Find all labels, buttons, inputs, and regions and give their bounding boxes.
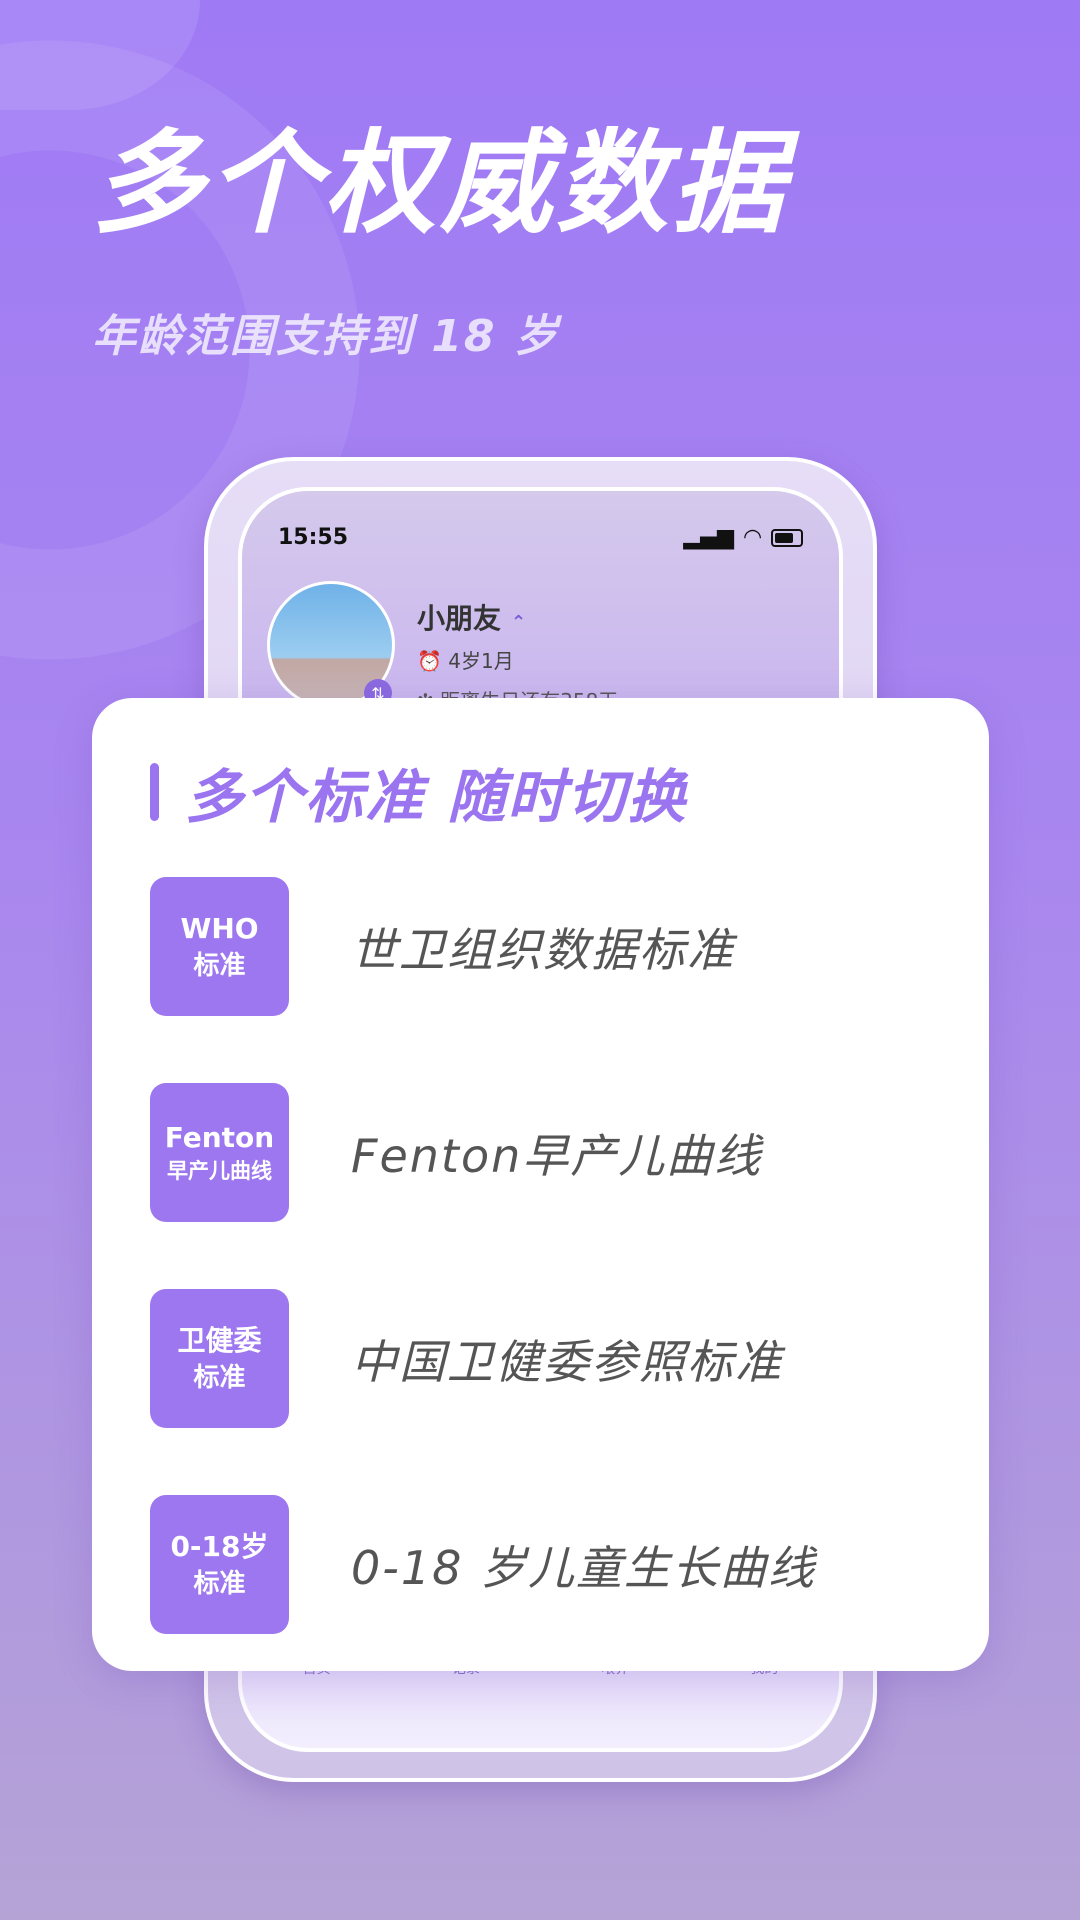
hero-subtitle: 年龄范围支持到 18 岁 [92,311,560,362]
standard-badge: 卫健委 标准 [150,1289,289,1428]
standard-label: 中国卫健委参照标准 [351,1334,783,1389]
standard-badge: 0-18岁 标准 [150,1495,289,1634]
standards-card: 多个标准 随时切换 WHO 标准 世卫组织数据标准 Fenton 早产儿曲线 Fen… [92,698,989,1671]
standard-badge: WHO 标准 [150,877,289,1016]
child-age: ⏰ 4岁1月 [417,649,514,673]
standard-label: Fenton早产儿曲线 [351,1128,763,1183]
standard-item-who[interactable]: WHO 标准 世卫组织数据标准 [150,877,735,1016]
standard-label: 0-18 岁儿童生长曲线 [351,1540,817,1595]
status-time: 15:55 [278,525,349,550]
standard-badge: Fenton 早产儿曲线 [150,1083,289,1222]
hero-title: 多个权威数据 [92,119,788,249]
alarm-clock-icon: ⏰ [417,649,442,673]
child-name[interactable]: 小朋友 ⌃ [417,597,526,637]
standard-item-fenton[interactable]: Fenton 早产儿曲线 Fenton早产儿曲线 [150,1083,762,1222]
battery-icon [771,528,803,547]
card-title: 多个标准 随时切换 [185,763,688,831]
wifi-icon: ◠ [744,525,761,550]
standard-item-nhc[interactable]: 卫健委 标准 中国卫健委参照标准 [150,1289,783,1428]
signal-icon: ▂▄▆ [683,525,735,550]
status-bar: 15:55 ▂▄▆ ◠ [278,525,803,550]
standard-label: 世卫组织数据标准 [351,922,735,977]
standard-item-0-18[interactable]: 0-18岁 标准 0-18 岁儿童生长曲线 [150,1495,816,1634]
chevron-updown-icon: ⌃ [511,612,527,633]
title-accent-bar [150,763,159,821]
